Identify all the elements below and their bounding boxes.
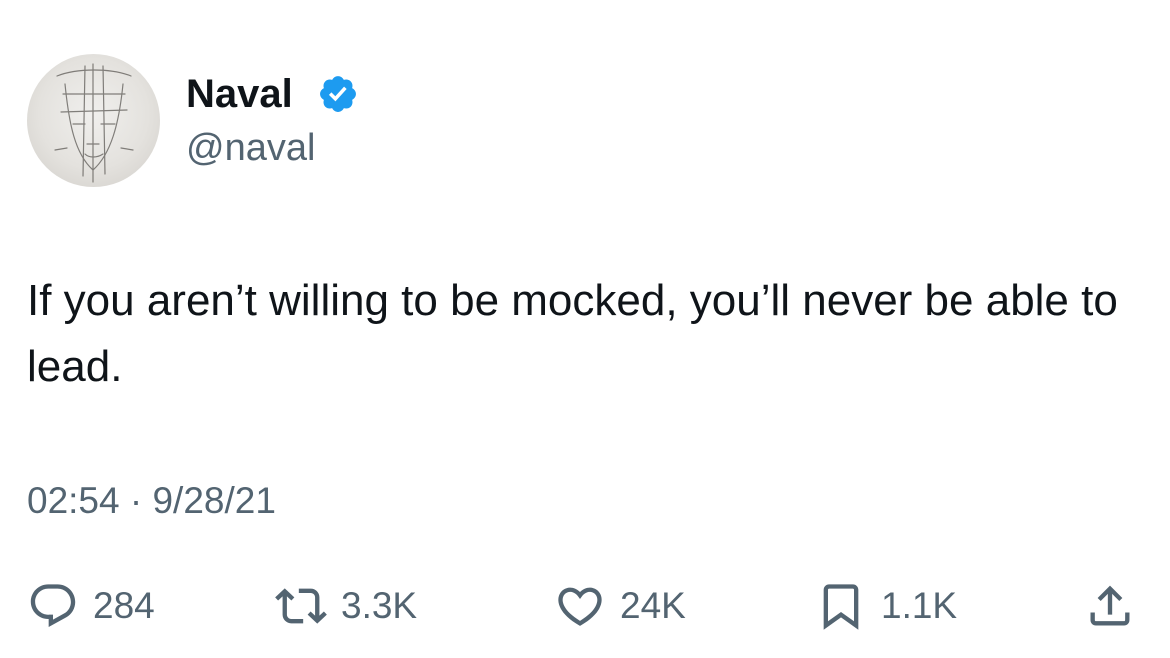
tweet-timestamp[interactable]: 02:54 · 9/28/21: [27, 478, 276, 524]
tweet-time: 02:54: [27, 480, 120, 521]
display-name[interactable]: Naval: [186, 70, 293, 118]
avatar-sketch-icon: [54, 63, 134, 183]
retweet-button[interactable]: 3.3K: [275, 575, 417, 637]
like-count: 24K: [620, 585, 686, 626]
reply-icon: [27, 580, 79, 632]
tweet-date: 9/28/21: [152, 480, 276, 521]
retweet-icon: [275, 580, 327, 632]
user-handle[interactable]: @naval: [186, 125, 315, 171]
reply-button[interactable]: 284: [27, 575, 155, 637]
tweet-text: If you aren’t willing to be mocked, you’…: [27, 276, 1118, 391]
retweet-count: 3.3K: [341, 585, 418, 626]
tweet-actions: 284 3.3K 24K 1.1K: [0, 575, 1170, 637]
share-button[interactable]: [1084, 575, 1136, 637]
verified-badge-icon: [317, 73, 359, 115]
share-icon: [1084, 580, 1136, 632]
like-button[interactable]: 24K: [554, 575, 686, 637]
bookmark-icon: [815, 580, 867, 632]
reply-count: 284: [93, 585, 155, 626]
bookmark-button[interactable]: 1.1K: [815, 575, 957, 637]
meta-separator: ·: [129, 480, 143, 521]
avatar[interactable]: [27, 54, 160, 187]
heart-icon: [554, 580, 606, 632]
bookmark-count: 1.1K: [881, 585, 958, 626]
